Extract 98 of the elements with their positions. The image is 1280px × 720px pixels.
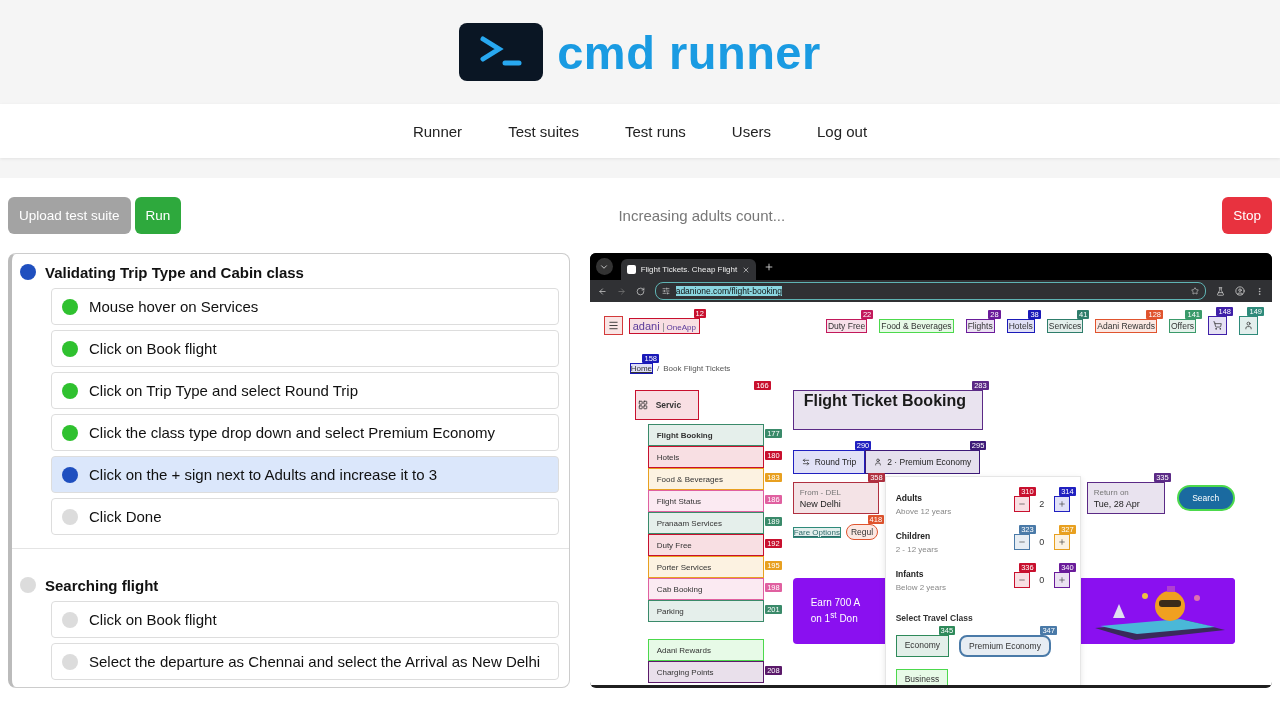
passenger-type: Infants bbox=[895, 568, 925, 579]
browser-tab[interactable]: Flight Tickets. Cheap Flight bbox=[620, 259, 757, 280]
cart-button[interactable] bbox=[1208, 316, 1227, 335]
age-hint: Above 12 years bbox=[895, 506, 953, 516]
breadcrumb-current: Book Flight Tickets bbox=[663, 364, 731, 373]
menu-item[interactable]: Parking bbox=[647, 600, 764, 622]
user-icon bbox=[874, 458, 883, 466]
nav-link[interactable]: Test runs bbox=[625, 122, 686, 140]
step-text: Click on the + sign next to Adults and increase it to 3 bbox=[89, 466, 438, 483]
return-date-field[interactable]: Return on Tue, 28 Apr bbox=[1086, 482, 1165, 514]
passenger-type: Adults bbox=[895, 492, 924, 503]
swap-icon bbox=[801, 458, 810, 466]
nav-link[interactable]: Log out bbox=[817, 122, 868, 140]
sliders-icon[interactable] bbox=[661, 287, 670, 295]
count-value: 0 bbox=[1038, 575, 1046, 585]
reload-icon[interactable] bbox=[635, 286, 645, 296]
breadcrumb-separator: / bbox=[657, 364, 660, 373]
breadcrumb-link[interactable]: Home bbox=[629, 363, 653, 374]
step-text: Click the class type drop down and select Premium Economy bbox=[89, 424, 495, 441]
nav-link[interactable]: Users bbox=[731, 122, 772, 140]
increment-button[interactable] bbox=[1053, 496, 1070, 512]
decrement-button[interactable] bbox=[1013, 534, 1030, 550]
site-nav-link[interactable]: Food & Beverages bbox=[879, 318, 954, 333]
age-hint: Below 2 years bbox=[895, 582, 947, 592]
site-nav-link[interactable]: Flights bbox=[965, 318, 995, 333]
menu-item[interactable]: Flight Booking bbox=[647, 424, 764, 446]
fare-options-link[interactable]: Fare Options bbox=[792, 526, 841, 538]
suite-title: Searching flight bbox=[45, 576, 159, 594]
menu-item[interactable]: Porter Services bbox=[647, 556, 764, 578]
minus-icon bbox=[1017, 538, 1026, 546]
terminal-logo-icon bbox=[459, 23, 544, 81]
count-value: 0 bbox=[1038, 537, 1046, 547]
site-nav-link[interactable]: Adani Rewards bbox=[1095, 318, 1157, 333]
site-nav-link[interactable]: Services bbox=[1046, 318, 1084, 333]
age-hint: 2 - 12 years bbox=[895, 544, 939, 554]
from-field[interactable]: From - DEL New Delhi bbox=[792, 482, 879, 514]
banner-text: on 1$^{st}$ Don bbox=[810, 608, 859, 626]
step-text: Select the departure as Chennai and select the Arrival as New Delhi bbox=[89, 653, 541, 670]
favicon-icon bbox=[626, 265, 636, 274]
banner-text: Earn 700 A bbox=[810, 596, 861, 609]
address-field[interactable]: adanione.com/flight-booking bbox=[654, 282, 1206, 300]
more-icon[interactable] bbox=[1255, 286, 1264, 296]
increment-button[interactable] bbox=[1053, 572, 1070, 588]
services-menu-button[interactable]: Servic bbox=[634, 390, 699, 420]
account-button[interactable] bbox=[1239, 316, 1258, 335]
plus-icon bbox=[1057, 500, 1066, 508]
menu-item[interactable]: Flight Status bbox=[647, 490, 764, 512]
back-icon[interactable] bbox=[597, 286, 607, 296]
menu-button[interactable] bbox=[603, 316, 623, 335]
stop-button[interactable]: Stop bbox=[1222, 196, 1272, 234]
site-nav-link[interactable]: Offers bbox=[1169, 318, 1196, 333]
menu-item[interactable]: Pranaam Services bbox=[647, 512, 764, 534]
step-text: Click on Book flight bbox=[89, 340, 217, 357]
search-button[interactable]: Search bbox=[1176, 485, 1235, 511]
page-heading: Flight Ticket Booking bbox=[792, 390, 983, 430]
close-icon[interactable] bbox=[742, 265, 751, 274]
nav-link[interactable]: Test suites bbox=[508, 122, 579, 140]
user-icon bbox=[1244, 321, 1253, 330]
class-option[interactable]: Economy bbox=[895, 635, 950, 657]
decrement-button[interactable] bbox=[1013, 572, 1030, 588]
flask-icon[interactable] bbox=[1216, 286, 1225, 296]
grid-icon bbox=[637, 400, 648, 410]
step-text: Mouse hover on Services bbox=[89, 298, 259, 315]
cart-icon bbox=[1213, 321, 1222, 330]
class-option[interactable]: Business bbox=[895, 669, 949, 685]
site-nav-link[interactable]: Duty Free bbox=[825, 318, 868, 333]
passenger-type: Children bbox=[895, 530, 932, 541]
step-text: Click Done bbox=[89, 508, 162, 525]
passengers-dropdown[interactable]: 2 · Premium Economy bbox=[865, 450, 981, 474]
plus-icon bbox=[1057, 538, 1066, 546]
decrement-button[interactable] bbox=[1013, 496, 1030, 512]
menu-item[interactable]: Cab Booking bbox=[647, 578, 764, 600]
tab-list-button[interactable] bbox=[595, 258, 613, 275]
step-text: Click on Book flight bbox=[89, 611, 217, 628]
fare-chip[interactable]: Regul bbox=[845, 524, 879, 540]
count-value: 2 bbox=[1038, 499, 1046, 509]
minus-icon bbox=[1017, 500, 1026, 508]
site-logo[interactable]: adani OneApp bbox=[628, 317, 700, 334]
suite-title: Validating Trip Type and Cabin class bbox=[45, 263, 304, 281]
site-nav-link[interactable]: Hotels bbox=[1006, 318, 1035, 333]
nav-link[interactable]: Runner bbox=[412, 122, 463, 140]
class-option[interactable]: Premium Economy bbox=[959, 635, 1051, 657]
menu-item[interactable]: Food & Beverages bbox=[647, 468, 764, 490]
status-text: Increasing adults count... bbox=[617, 206, 787, 224]
menu-item[interactable]: Duty Free bbox=[647, 534, 764, 556]
menu-item[interactable]: Charging Points bbox=[647, 661, 764, 683]
minus-icon bbox=[1017, 576, 1026, 584]
section-title: Select Travel Class bbox=[895, 613, 974, 623]
menu-item[interactable]: Hotels bbox=[647, 446, 764, 468]
plus-icon bbox=[1057, 576, 1066, 584]
new-tab-icon[interactable] bbox=[764, 261, 775, 272]
star-icon[interactable] bbox=[1191, 287, 1199, 295]
menu-icon bbox=[607, 320, 619, 331]
app-title: cmd runner bbox=[557, 24, 821, 80]
profile-icon[interactable] bbox=[1235, 286, 1245, 296]
step-text: Click on Trip Type and select Round Trip bbox=[89, 382, 359, 399]
menu-item[interactable]: Adani Rewards bbox=[647, 639, 764, 661]
trip-type-dropdown[interactable]: Round Trip bbox=[792, 450, 866, 474]
